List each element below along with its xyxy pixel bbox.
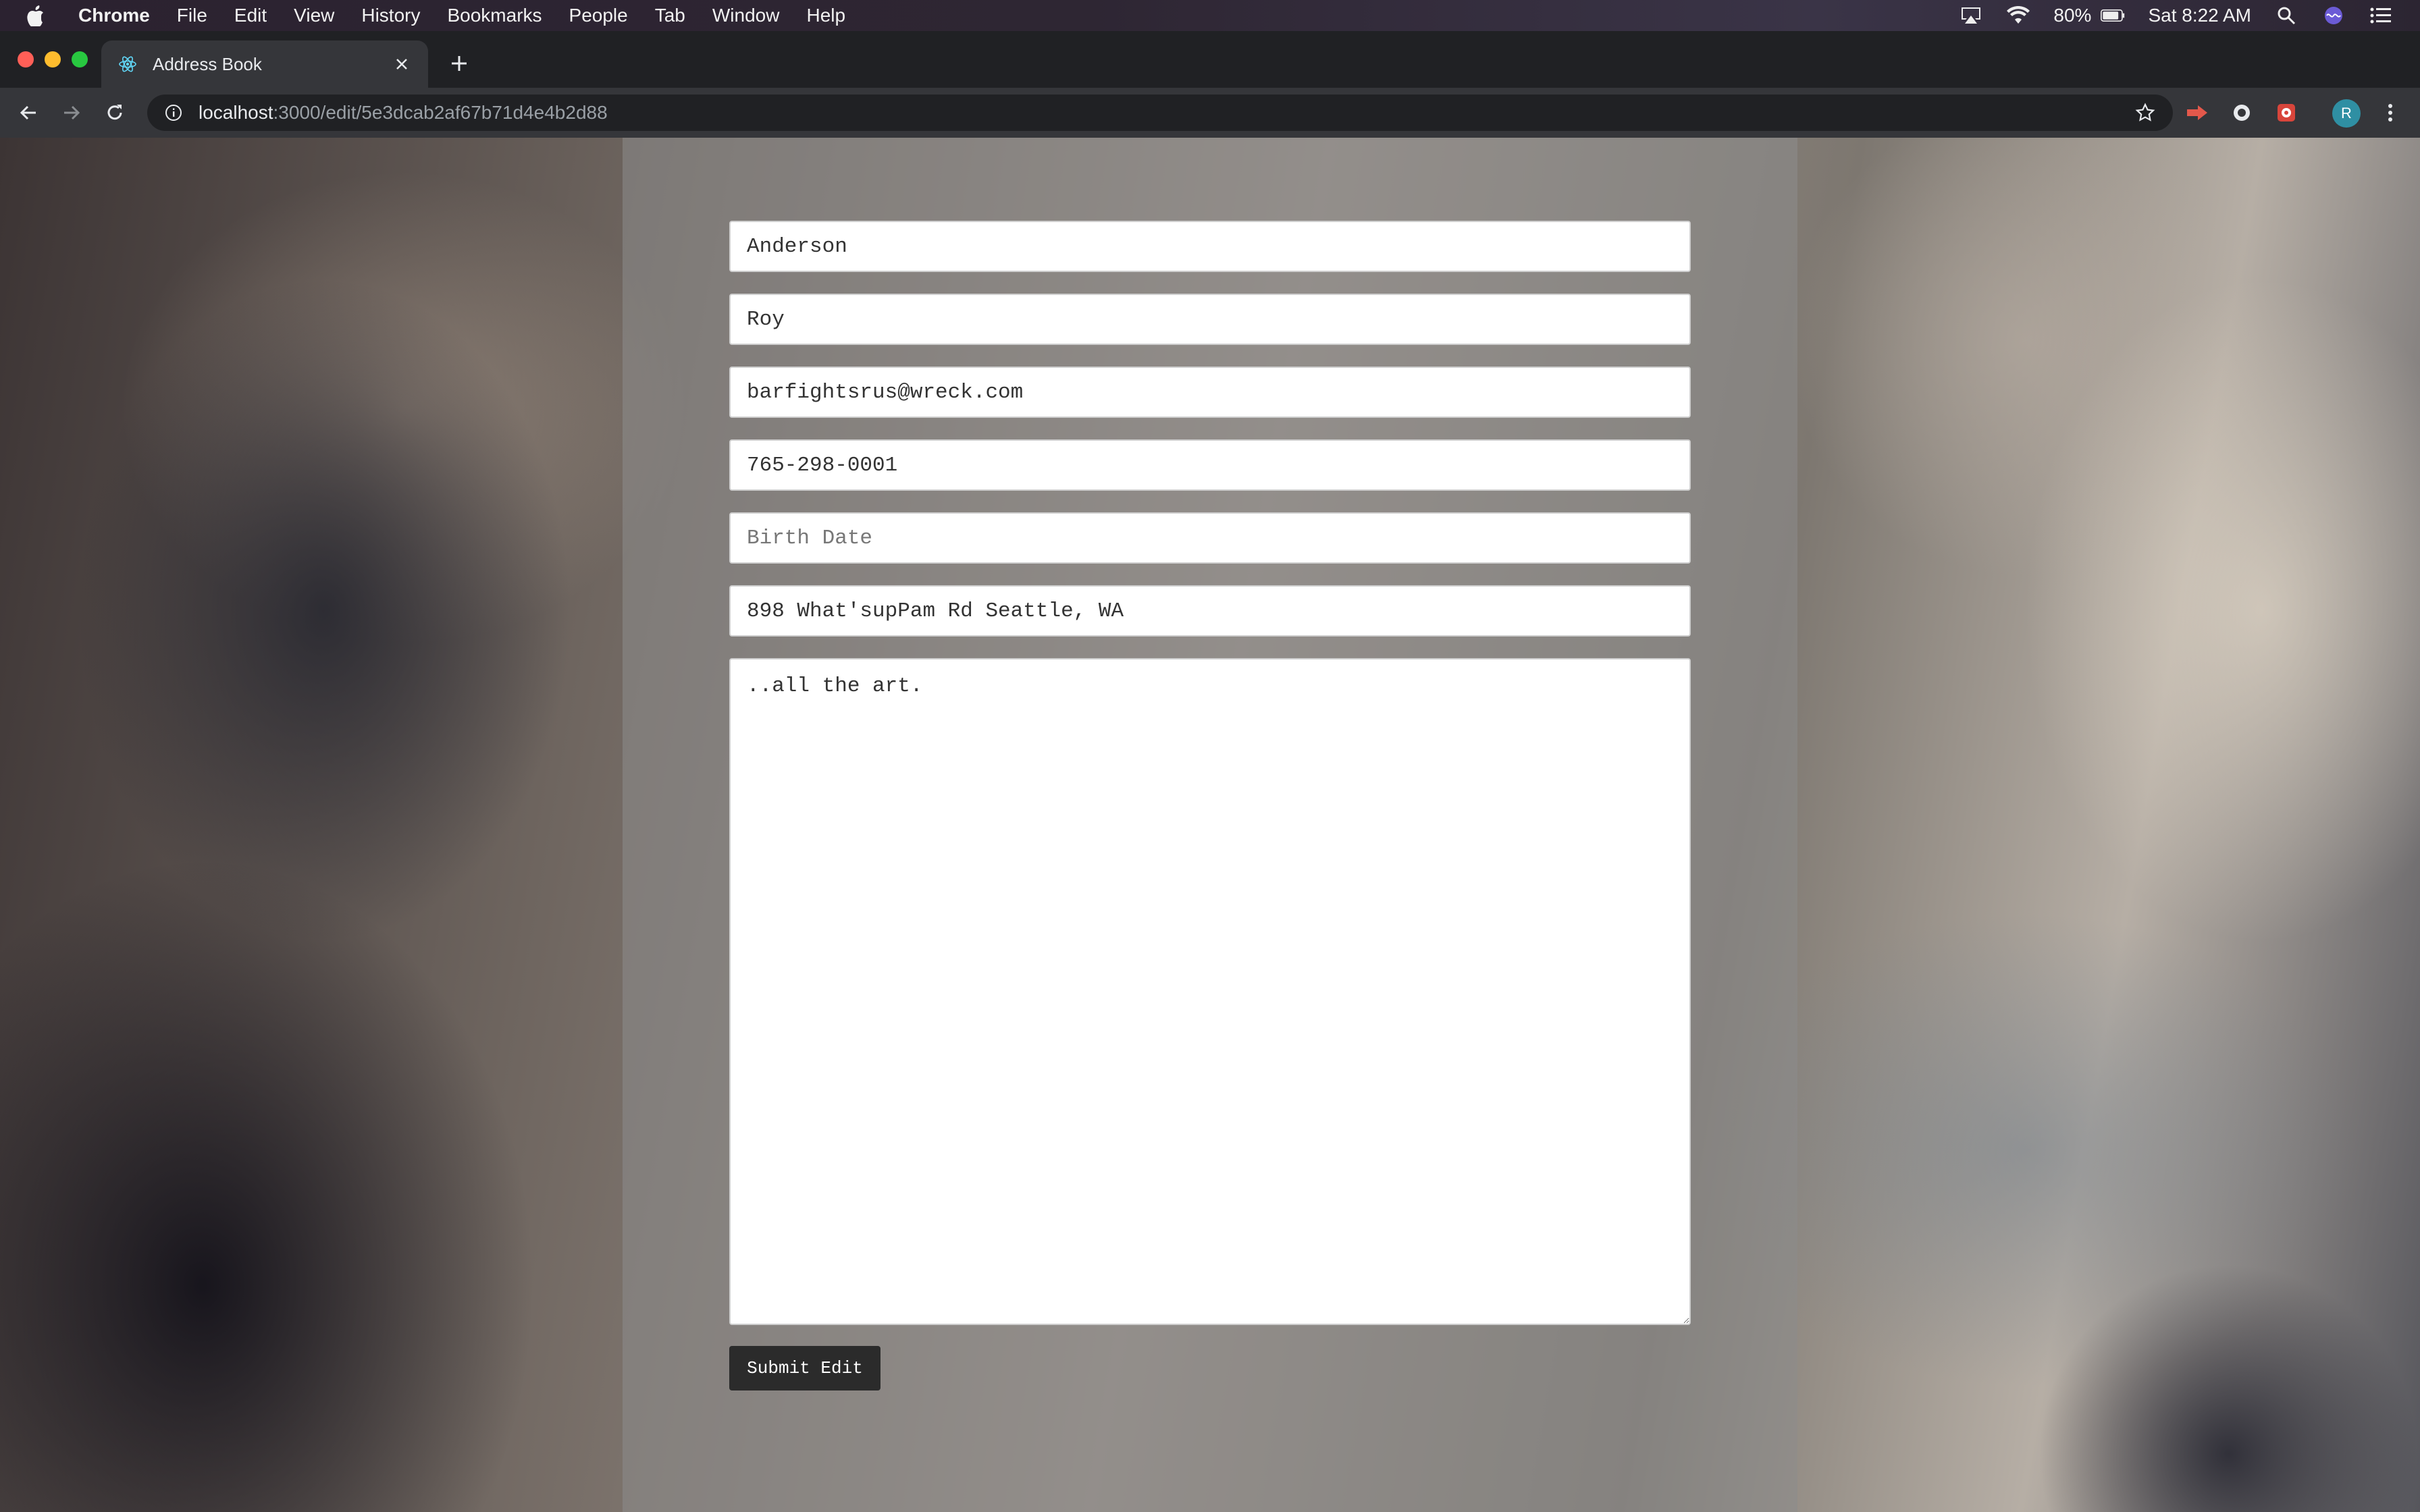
reload-button[interactable] bbox=[100, 98, 130, 128]
browser-toolbar: localhost:3000/edit/5e3dcab2af67b71d4e4b… bbox=[0, 88, 2420, 138]
react-logo-icon bbox=[117, 54, 138, 74]
back-button[interactable] bbox=[14, 98, 43, 128]
page-content: ..all the art. Submit Edit bbox=[0, 138, 2420, 1512]
menu-app-name[interactable]: Chrome bbox=[78, 5, 150, 26]
last-name-field[interactable] bbox=[729, 221, 1691, 272]
birth-date-field[interactable] bbox=[729, 512, 1691, 564]
new-tab-button[interactable] bbox=[447, 51, 471, 76]
menu-edit[interactable]: Edit bbox=[234, 5, 267, 26]
phone-field[interactable] bbox=[729, 439, 1691, 491]
menu-history[interactable]: History bbox=[361, 5, 420, 26]
extension-circle-icon[interactable] bbox=[2230, 101, 2254, 125]
forward-button[interactable] bbox=[57, 98, 86, 128]
siri-icon[interactable] bbox=[2321, 5, 2346, 26]
menu-file[interactable]: File bbox=[177, 5, 207, 26]
profile-avatar[interactable]: R bbox=[2332, 99, 2361, 128]
menu-help[interactable]: Help bbox=[806, 5, 845, 26]
battery-icon[interactable] bbox=[2101, 5, 2125, 26]
apple-icon[interactable] bbox=[26, 4, 46, 27]
bookmark-star-icon[interactable] bbox=[2134, 101, 2157, 124]
spotlight-search-icon[interactable] bbox=[2274, 5, 2298, 26]
tab-address-book[interactable]: Address Book bbox=[101, 40, 428, 88]
minimize-window-button[interactable] bbox=[45, 51, 61, 68]
menu-view[interactable]: View bbox=[294, 5, 334, 26]
menu-tab[interactable]: Tab bbox=[655, 5, 685, 26]
battery-percent: 80% bbox=[2053, 5, 2092, 26]
window-controls bbox=[18, 51, 88, 68]
browser-menu-icon[interactable] bbox=[2378, 101, 2402, 125]
zoom-window-button[interactable] bbox=[72, 51, 88, 68]
menu-people[interactable]: People bbox=[569, 5, 628, 26]
tab-title: Address Book bbox=[153, 53, 262, 74]
tab-strip: Address Book bbox=[0, 31, 2420, 88]
wifi-icon[interactable] bbox=[2006, 5, 2030, 26]
url-host: localhost bbox=[199, 102, 273, 123]
extension-red-square-icon[interactable] bbox=[2274, 101, 2298, 125]
close-tab-icon[interactable] bbox=[392, 54, 412, 74]
extension-red-arrow-icon[interactable] bbox=[2185, 101, 2209, 125]
notes-textarea[interactable]: ..all the art. bbox=[729, 658, 1691, 1325]
notification-center-icon[interactable] bbox=[2369, 5, 2393, 26]
submit-edit-button[interactable]: Submit Edit bbox=[729, 1346, 880, 1390]
close-window-button[interactable] bbox=[18, 51, 34, 68]
address-field[interactable] bbox=[729, 585, 1691, 637]
site-info-icon[interactable] bbox=[163, 103, 184, 123]
email-field[interactable] bbox=[729, 367, 1691, 418]
menubar-clock[interactable]: Sat 8:22 AM bbox=[2148, 5, 2251, 26]
menu-bookmarks[interactable]: Bookmarks bbox=[447, 5, 542, 26]
airplay-icon[interactable] bbox=[1959, 5, 1983, 26]
menu-bar: Chrome File Edit View History Bookmarks … bbox=[0, 0, 2420, 31]
url-path: :3000/edit/5e3dcab2af67b71d4e4b2d88 bbox=[273, 102, 608, 123]
menu-window[interactable]: Window bbox=[712, 5, 780, 26]
first-name-field[interactable] bbox=[729, 294, 1691, 345]
address-bar[interactable]: localhost:3000/edit/5e3dcab2af67b71d4e4b… bbox=[147, 94, 2173, 131]
